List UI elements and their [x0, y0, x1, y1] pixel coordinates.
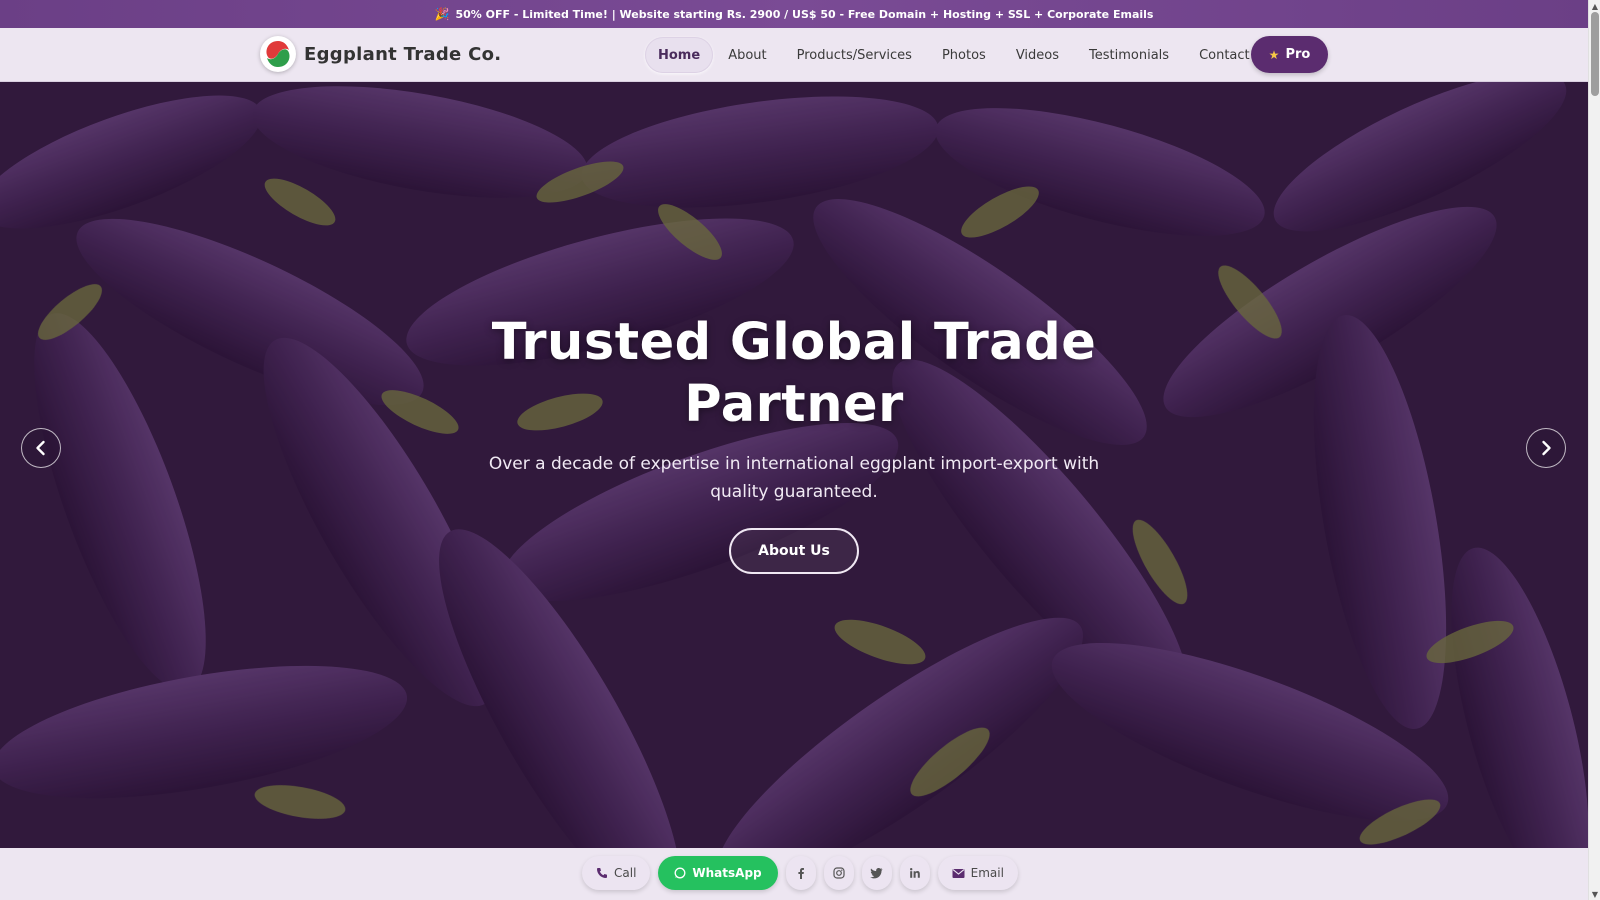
envelope-icon: [952, 868, 965, 878]
party-popper-icon: 🎉: [434, 7, 450, 21]
nav-videos[interactable]: Videos: [1001, 37, 1074, 73]
promo-banner: 🎉 50% OFF - Limited Time! | Website star…: [0, 0, 1588, 28]
nav-products-services[interactable]: Products/Services: [782, 37, 927, 73]
facebook-icon: [798, 868, 804, 879]
page-scrollbar[interactable]: ▲ ▼: [1588, 0, 1600, 900]
about-us-button[interactable]: About Us: [729, 528, 859, 574]
scroll-up-arrow-icon[interactable]: ▲: [1589, 0, 1600, 12]
nav-photos[interactable]: Photos: [927, 37, 1001, 73]
star-icon: ★: [1268, 47, 1280, 62]
site-header: Eggplant Trade Co. Home About Products/S…: [0, 28, 1588, 82]
linkedin-button[interactable]: [899, 856, 930, 890]
hero-title: Trusted Global Trade Partner: [491, 313, 1097, 434]
slider-next-button[interactable]: [1526, 428, 1566, 468]
whatsapp-button[interactable]: WhatsApp: [658, 856, 778, 890]
pro-button[interactable]: ★ Pro: [1251, 36, 1328, 73]
contact-bar: Call WhatsApp Email: [0, 848, 1588, 900]
hero-subtitle: Over a decade of expertise in internatio…: [488, 454, 1100, 502]
facebook-button[interactable]: [785, 856, 816, 890]
call-label: Call: [614, 866, 637, 880]
main-menu: Home About Products/Services Photos Vide…: [645, 37, 1265, 73]
linkedin-icon: [909, 868, 920, 878]
nav-testimonials[interactable]: Testimonials: [1074, 37, 1184, 73]
promo-text: 50% OFF - Limited Time! | Website starti…: [455, 7, 1154, 21]
whatsapp-icon: [674, 867, 686, 879]
twitter-icon: [870, 868, 883, 879]
chevron-right-icon: [1542, 440, 1551, 456]
twitter-button[interactable]: [861, 856, 892, 890]
email-button[interactable]: Email: [937, 856, 1018, 890]
pro-label: Pro: [1285, 47, 1311, 62]
scroll-down-arrow-icon[interactable]: ▼: [1589, 888, 1600, 900]
call-button[interactable]: Call: [582, 856, 651, 890]
hero-content: Trusted Global Trade Partner Over a deca…: [444, 312, 1144, 574]
slider-prev-button[interactable]: [21, 428, 61, 468]
brand-link[interactable]: Eggplant Trade Co.: [260, 36, 501, 72]
instagram-button[interactable]: [823, 856, 854, 890]
chevron-left-icon: [36, 440, 45, 456]
nav-about[interactable]: About: [713, 37, 781, 73]
logo-icon: [260, 36, 296, 72]
scrollbar-thumb[interactable]: [1591, 12, 1599, 96]
hero-slider: Trusted Global Trade Partner Over a deca…: [0, 82, 1588, 848]
nav-home[interactable]: Home: [645, 37, 714, 73]
instagram-icon: [833, 867, 845, 879]
email-label: Email: [970, 866, 1004, 880]
whatsapp-label: WhatsApp: [692, 866, 762, 880]
brand-name: Eggplant Trade Co.: [304, 43, 502, 65]
phone-icon: [597, 868, 607, 878]
